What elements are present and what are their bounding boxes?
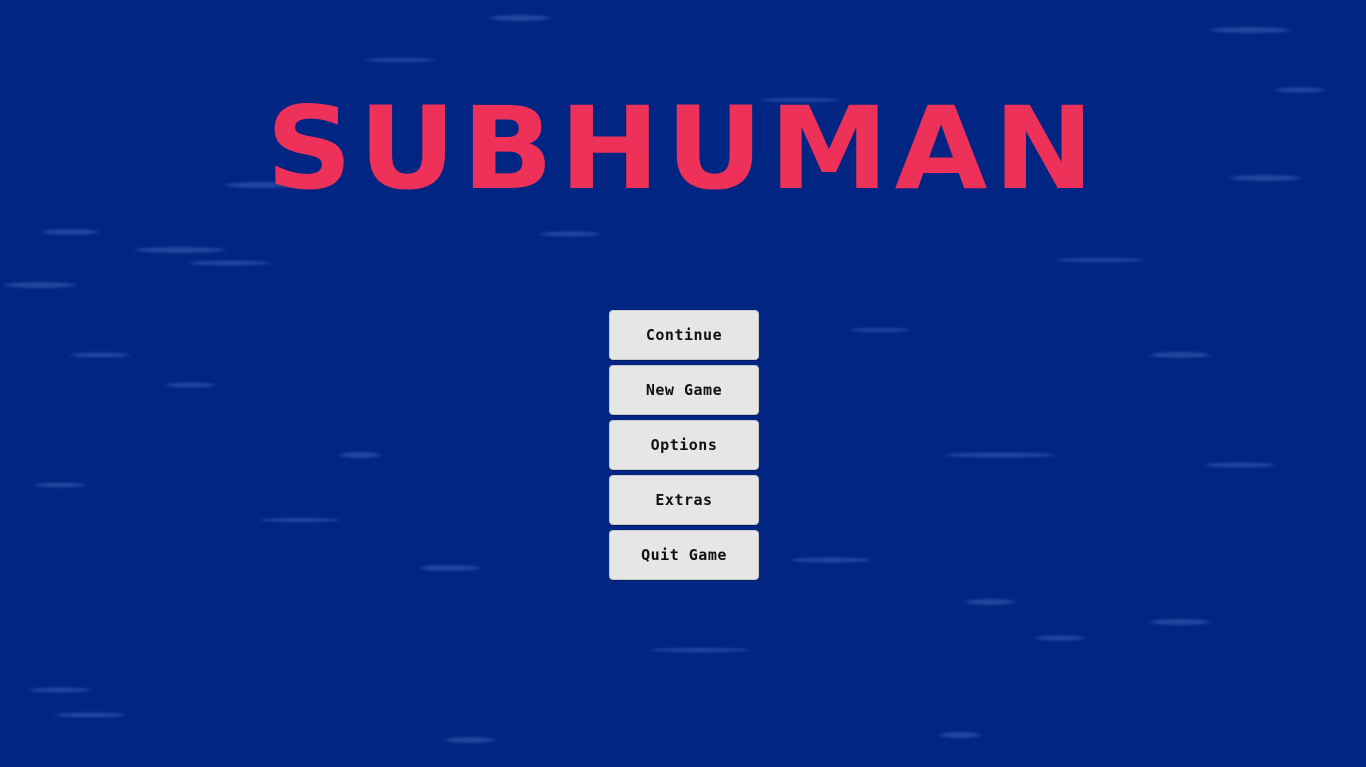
continue-button[interactable]: Continue [609,310,759,360]
options-button[interactable]: Options [609,420,759,470]
new-game-button[interactable]: New Game [609,365,759,415]
game-title: SUBHUMAN [266,83,1100,216]
quit-game-button[interactable]: Quit Game [609,530,759,580]
extras-button[interactable]: Extras [609,475,759,525]
main-menu: Continue New Game Options Extras Quit Ga… [609,310,759,580]
